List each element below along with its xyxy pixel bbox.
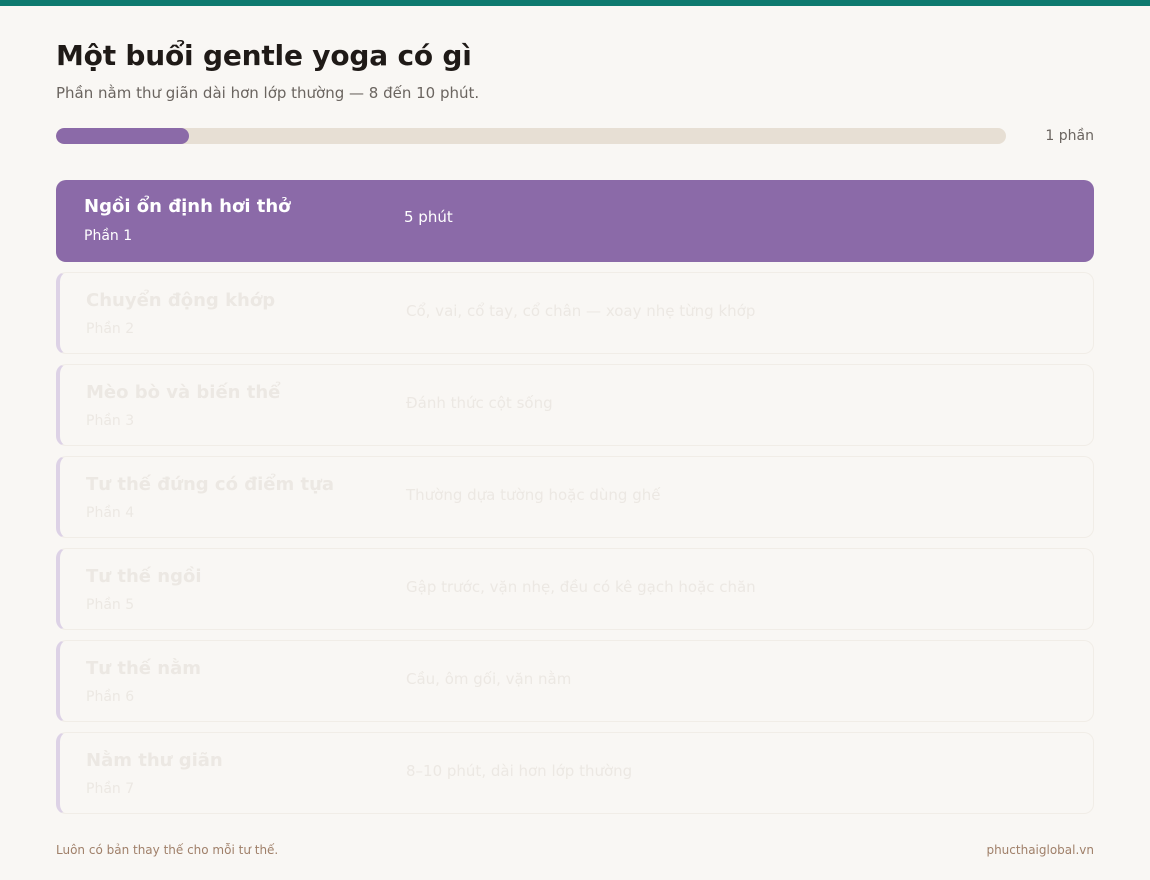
part-item[interactable]: Ngồi ổn định hơi thở Phần 1 5 phút bbox=[56, 180, 1094, 262]
page-subtitle: Phần nằm thư giãn dài hơn lớp thường — 8… bbox=[56, 84, 480, 102]
part-description: Gập trước, vặn nhẹ, đều có kê gạch hoặc … bbox=[406, 578, 756, 596]
part-title: Tư thế đứng có điểm tựa bbox=[86, 474, 335, 495]
part-description: 8–10 phút, dài hơn lớp thường bbox=[406, 762, 633, 780]
part-item[interactable]: Tư thế đứng có điểm tựa Phần 4 Thường dự… bbox=[56, 456, 1094, 538]
part-description: Đánh thức cột sống bbox=[406, 394, 553, 412]
part-title: Tư thế nằm bbox=[86, 658, 201, 679]
part-description: 5 phút bbox=[404, 208, 453, 226]
part-item[interactable]: Chuyển động khớp Phần 2 Cổ, vai, cổ tay,… bbox=[56, 272, 1094, 354]
progress-track bbox=[56, 128, 1006, 144]
footer-site-link[interactable]: phucthaiglobal.vn bbox=[986, 843, 1094, 857]
page-title: Một buổi gentle yoga có gì bbox=[56, 39, 472, 72]
footer-note: Luôn có bản thay thế cho mỗi tư thế. bbox=[56, 843, 279, 857]
part-number: Phần 5 bbox=[86, 597, 135, 613]
part-title: Nằm thư giãn bbox=[86, 750, 223, 771]
part-item[interactable]: Nằm thư giãn Phần 7 8–10 phút, dài hơn l… bbox=[56, 732, 1094, 814]
progress-row: 1 phần bbox=[56, 128, 1094, 144]
part-number: Phần 4 bbox=[86, 505, 135, 521]
part-title: Tư thế ngồi bbox=[86, 566, 202, 587]
part-number: Phần 3 bbox=[86, 413, 135, 429]
progress-fill bbox=[56, 128, 189, 144]
part-description: Thường dựa tường hoặc dùng ghế bbox=[406, 486, 661, 504]
progress-count: 1 phần bbox=[1045, 128, 1094, 144]
part-description: Cổ, vai, cổ tay, cổ chân — xoay nhẹ từng… bbox=[406, 302, 756, 320]
part-title: Ngồi ổn định hơi thở bbox=[84, 196, 291, 217]
part-item[interactable]: Mèo bò và biến thể Phần 3 Đánh thức cột … bbox=[56, 364, 1094, 446]
part-title: Mèo bò và biến thể bbox=[86, 382, 281, 403]
part-number: Phần 2 bbox=[86, 321, 135, 337]
part-description: Cầu, ôm gối, vặn nằm bbox=[406, 670, 572, 688]
part-number: Phần 7 bbox=[86, 781, 135, 797]
part-item[interactable]: Tư thế ngồi Phần 5 Gập trước, vặn nhẹ, đ… bbox=[56, 548, 1094, 630]
part-item[interactable]: Tư thế nằm Phần 6 Cầu, ôm gối, vặn nằm bbox=[56, 640, 1094, 722]
content: Một buổi gentle yoga có gì Phần nằm thư … bbox=[56, 36, 1094, 814]
part-title: Chuyển động khớp bbox=[86, 290, 276, 311]
part-number: Phần 1 bbox=[84, 228, 133, 244]
part-number: Phần 6 bbox=[86, 689, 135, 705]
part-list: Ngồi ổn định hơi thở Phần 1 5 phút Chuyể… bbox=[56, 180, 1094, 824]
top-accent-bar bbox=[0, 0, 1150, 6]
